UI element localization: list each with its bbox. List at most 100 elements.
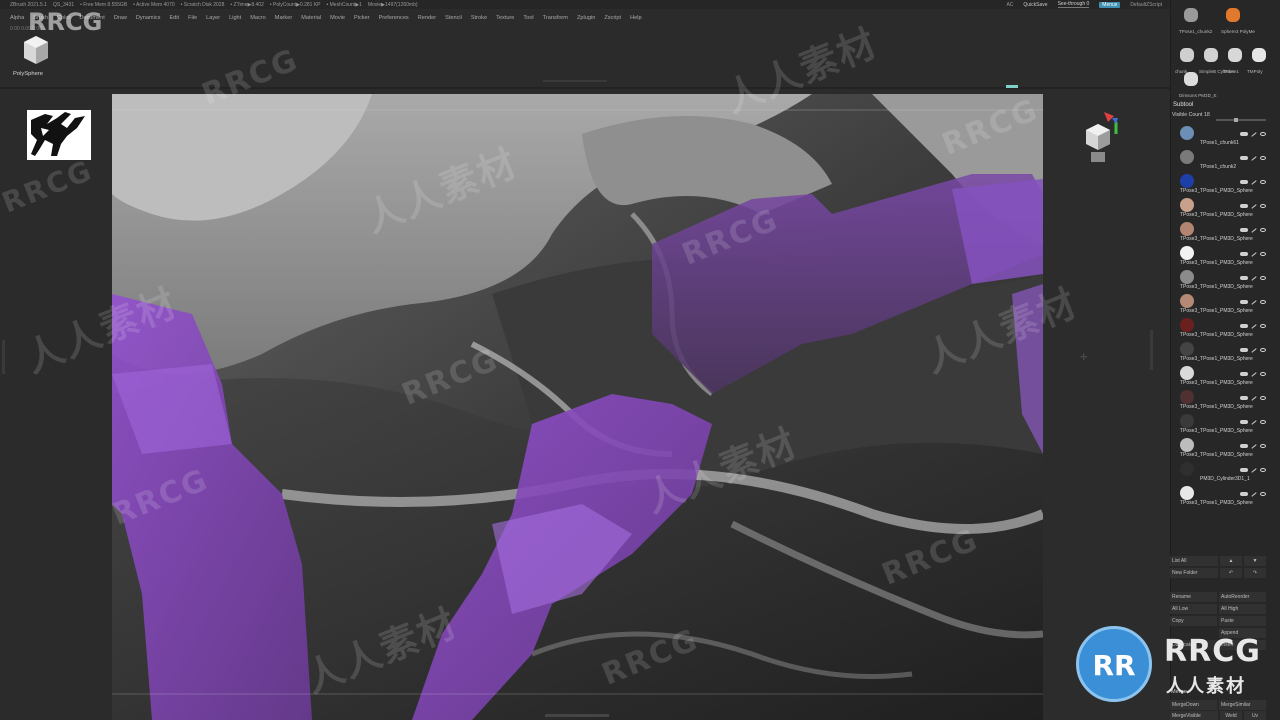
polypaint-toggle[interactable] (1240, 324, 1248, 328)
visibility-eye-icon[interactable] (1260, 348, 1266, 352)
visibility-eye-icon[interactable] (1260, 252, 1266, 256)
edit-pen-icon[interactable] (1251, 179, 1257, 185)
visibility-eye-icon[interactable] (1260, 420, 1266, 424)
edit-pen-icon[interactable] (1251, 203, 1257, 209)
tool-thumbnail[interactable]: TPose1 (1223, 48, 1245, 74)
top-shelf-handle[interactable] (543, 80, 607, 82)
subtool-row[interactable]: TPose1_chunk61 (1172, 124, 1268, 148)
menu-item-draw[interactable]: Draw (114, 15, 127, 21)
subtool-row[interactable]: TPose3_TPose1_PM3D_Sphere (1172, 364, 1268, 388)
edit-pen-icon[interactable] (1251, 251, 1257, 257)
subtool-row[interactable]: TPose3_TPose1_PM3D_Sphere (1172, 340, 1268, 364)
menu-item-alpha[interactable]: Alpha (10, 15, 24, 21)
menu-item-preferences[interactable]: Preferences (379, 15, 409, 21)
quicksave-button[interactable]: QuickSave (1023, 2, 1047, 8)
subtool-row[interactable]: TPose3_TPose1_PM3D_Sphere (1172, 196, 1268, 220)
menu-item-zscript[interactable]: Zscript (604, 15, 621, 21)
polypaint-toggle[interactable] (1240, 420, 1248, 424)
subtool-row[interactable]: TPose3_TPose1_PM3D_Sphere (1172, 316, 1268, 340)
subtool-row[interactable]: TPose3_TPose1_PM3D_Sphere (1172, 268, 1268, 292)
ac-label[interactable]: AC (1006, 2, 1013, 8)
subtool-row[interactable]: TPose3_TPose1_PM3D_Sphere (1172, 292, 1268, 316)
visibility-eye-icon[interactable] (1260, 276, 1266, 280)
menu-item-help[interactable]: Help (630, 15, 642, 21)
menu-item-movie[interactable]: Movie (330, 15, 345, 21)
edit-pen-icon[interactable] (1251, 299, 1257, 305)
edit-pen-icon[interactable] (1251, 155, 1257, 161)
current-tool-slot[interactable]: PolySphere (10, 34, 50, 82)
menu-item-macro[interactable]: Macro (250, 15, 266, 21)
left-tray-handle[interactable] (2, 340, 5, 374)
list-all-button[interactable]: List All (1170, 556, 1218, 566)
right-tray-handle[interactable] (1150, 330, 1153, 370)
polypaint-toggle[interactable] (1240, 156, 1248, 160)
menu-item-stencil[interactable]: Stencil (445, 15, 462, 21)
uv-button[interactable]: Uv (1244, 711, 1266, 720)
move-up-icon[interactable]: ↶ (1220, 568, 1242, 578)
menu-item-picker[interactable]: Picker (354, 15, 370, 21)
alpha-thumbnail[interactable] (27, 110, 91, 160)
subtool-header[interactable]: Subtool (1173, 102, 1193, 108)
polypaint-toggle[interactable] (1240, 180, 1248, 184)
edit-pen-icon[interactable] (1251, 227, 1257, 233)
menu-item-transform[interactable]: Transform (543, 15, 568, 21)
tool-thumbnail[interactable]: TPose1_chunk2 (1179, 8, 1212, 34)
subtool-row[interactable]: PM3D_Cylinder3D1_1 (1172, 460, 1268, 484)
arrow-up-icon[interactable]: ▲ (1220, 556, 1242, 566)
menu-item-layer[interactable]: Layer (206, 15, 220, 21)
menu-item-tool[interactable]: Tool (523, 15, 533, 21)
menu-item-zplugin[interactable]: Zplugin (577, 15, 595, 21)
visibility-eye-icon[interactable] (1260, 204, 1266, 208)
edit-pen-icon[interactable] (1251, 443, 1257, 449)
visible-count[interactable]: Visible Count 18 (1172, 112, 1210, 118)
menu-item-light[interactable]: Light (229, 15, 241, 21)
polypaint-toggle[interactable] (1240, 252, 1248, 256)
all-high-button[interactable]: All High (1219, 604, 1266, 614)
polypaint-toggle[interactable] (1240, 300, 1248, 304)
subtool-row[interactable]: TPose3_TPose1_PM3D_Sphere (1172, 220, 1268, 244)
edit-pen-icon[interactable] (1251, 467, 1257, 473)
subtool-row[interactable]: TPose3_TPose1_PM3D_Sphere (1172, 484, 1268, 508)
subtool-row[interactable]: TPose3_TPose1_PM3D_Sphere (1172, 436, 1268, 460)
edit-pen-icon[interactable] (1251, 491, 1257, 497)
visibility-eye-icon[interactable] (1260, 156, 1266, 160)
bottom-shelf-handle[interactable] (545, 714, 609, 717)
arrow-down-icon[interactable]: ▼ (1244, 556, 1266, 566)
visibility-eye-icon[interactable] (1260, 300, 1266, 304)
viewport-canvas[interactable] (112, 94, 1043, 720)
merge-visible-button[interactable]: MergeVisible (1170, 711, 1218, 720)
edit-pen-icon[interactable] (1251, 131, 1257, 137)
tool-thumbnail[interactable]: SimpleB Cylinder (1199, 48, 1234, 74)
menu-item-dynamics[interactable]: Dynamics (136, 15, 161, 21)
visibility-eye-icon[interactable] (1260, 324, 1266, 328)
rename-button[interactable]: Rename (1170, 592, 1217, 602)
default-zscript-button[interactable]: DefaultZScript (1130, 2, 1162, 8)
tool-thumbnail[interactable]: chunk (1175, 48, 1197, 74)
polypaint-toggle[interactable] (1240, 204, 1248, 208)
polypaint-toggle[interactable] (1240, 228, 1248, 232)
polypaint-toggle[interactable] (1240, 468, 1248, 472)
visibility-eye-icon[interactable] (1260, 492, 1266, 496)
visibility-eye-icon[interactable] (1260, 132, 1266, 136)
menu-item-render[interactable]: Render (418, 15, 436, 21)
polypaint-toggle[interactable] (1240, 348, 1248, 352)
polypaint-toggle[interactable] (1240, 396, 1248, 400)
polypaint-toggle[interactable] (1240, 132, 1248, 136)
subtool-row[interactable]: TPose1_chunk2 (1172, 148, 1268, 172)
edit-pen-icon[interactable] (1251, 371, 1257, 377)
move-down-icon[interactable]: ↷ (1244, 568, 1266, 578)
visibility-eye-icon[interactable] (1260, 372, 1266, 376)
auto-reorder-button[interactable]: AutoReorder (1219, 592, 1266, 602)
menu-item-material[interactable]: Material (301, 15, 321, 21)
tool-thumbnail[interactable]: TMPoly (1247, 48, 1269, 74)
paste-button[interactable]: Paste (1219, 616, 1266, 626)
menu-item-stroke[interactable]: Stroke (471, 15, 487, 21)
polypaint-toggle[interactable] (1240, 444, 1248, 448)
visibility-eye-icon[interactable] (1260, 468, 1266, 472)
orientation-gizmo-icon[interactable] (1076, 110, 1118, 168)
subtool-row[interactable]: TPose3_TPose1_PM3D_Sphere (1172, 244, 1268, 268)
weld-button[interactable]: Weld (1220, 711, 1242, 720)
visible-count-slider[interactable] (1216, 118, 1266, 122)
edit-pen-icon[interactable] (1251, 347, 1257, 353)
edit-pen-icon[interactable] (1251, 275, 1257, 281)
